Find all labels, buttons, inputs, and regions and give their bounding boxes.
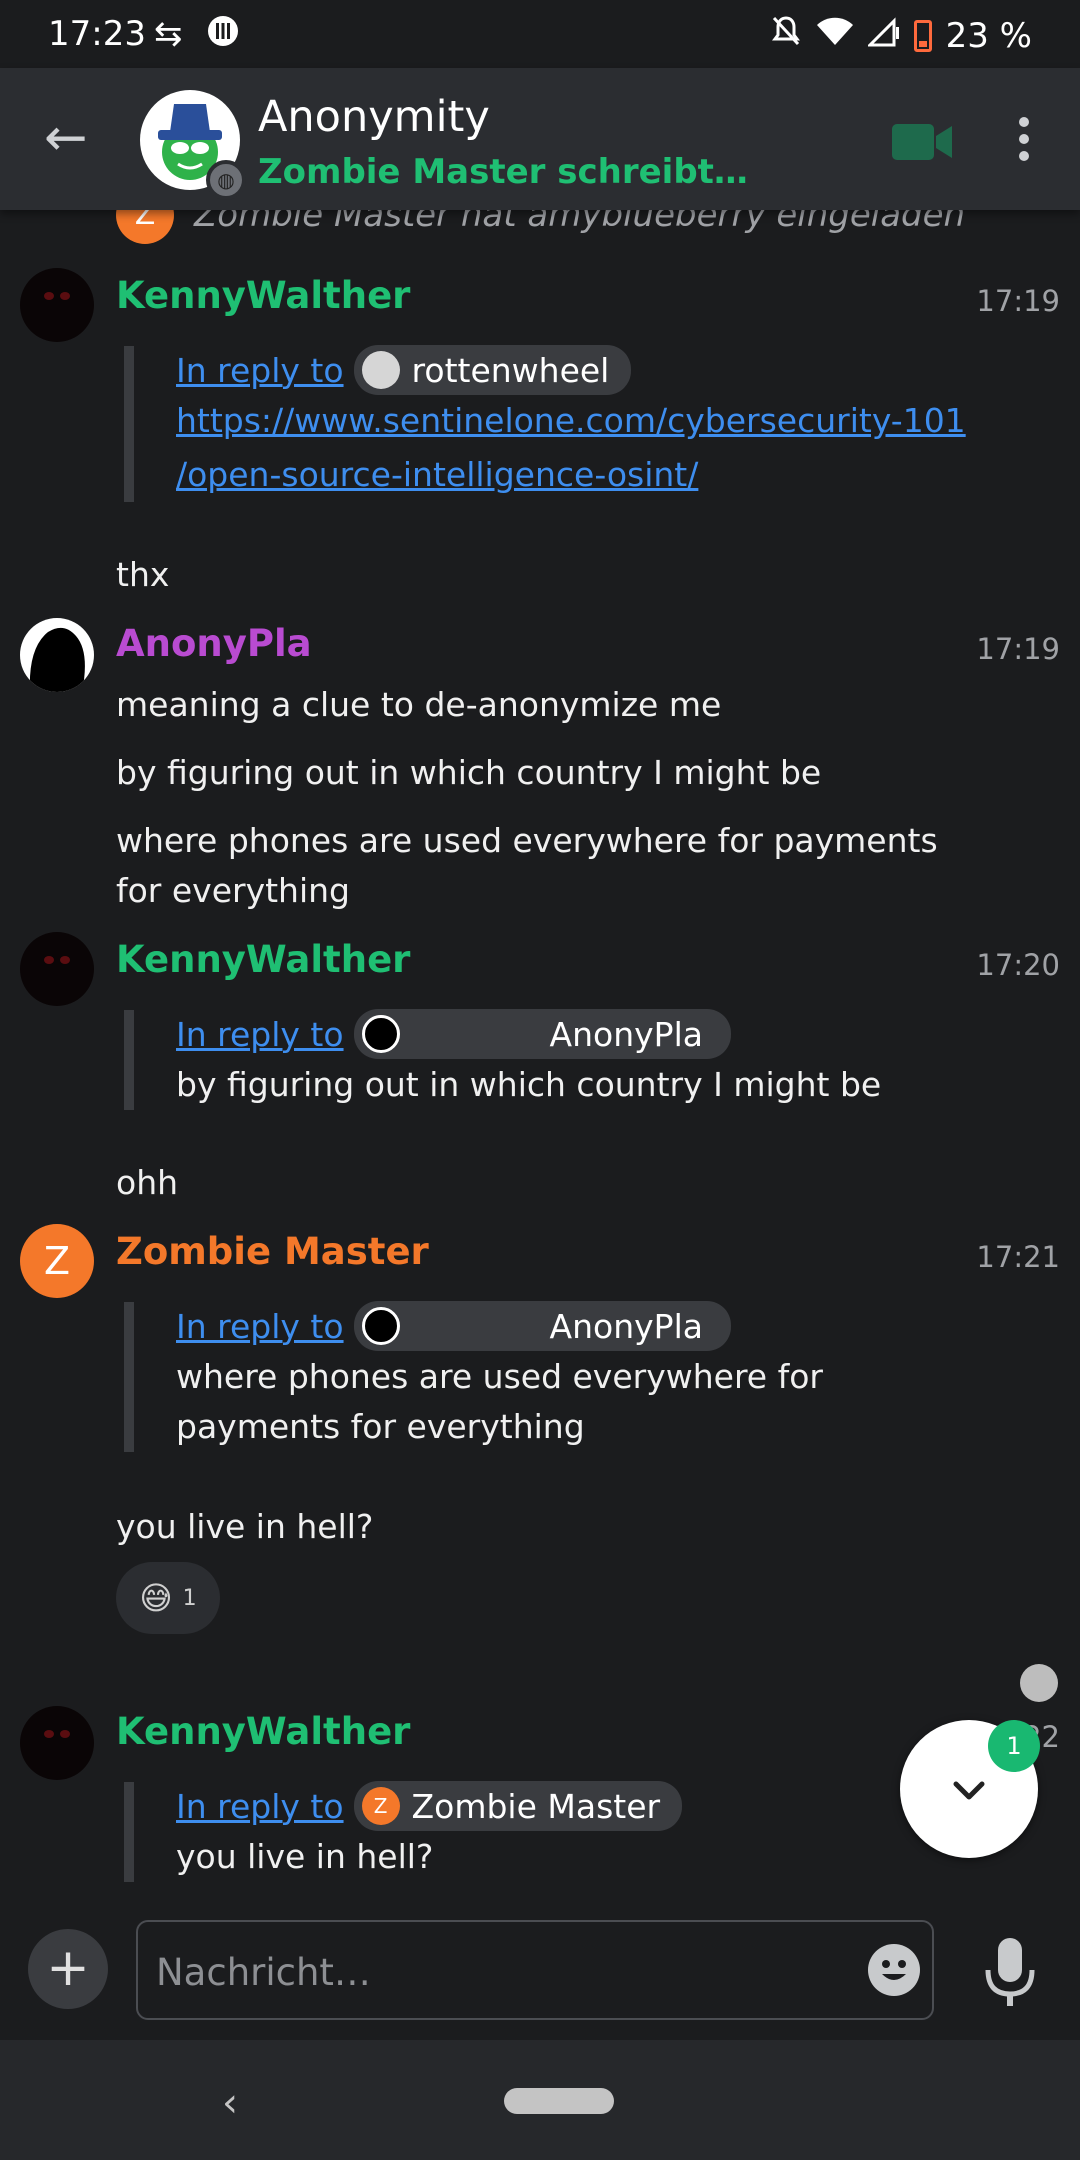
- reply-user-pill[interactable]: AnonyPla: [353, 1301, 731, 1351]
- typing-indicator: Zombie Master schreibt…: [258, 152, 748, 192]
- chat-header: ← ◍ Anonymity Zombie Master schreibt…: [0, 68, 1080, 210]
- message-body[interactable]: meaning a clue to de-anonymize me: [116, 680, 976, 730]
- reply-quote[interactable]: In reply to AnonyPla where phones are us…: [124, 1301, 1006, 1452]
- message-time: 17:19: [976, 284, 1060, 318]
- status-bar: 17:23 ⇆ 23 %: [0, 0, 1080, 68]
- avatar: [361, 1015, 400, 1053]
- reply-user-name: AnonyPla: [549, 1014, 703, 1054]
- wifi-icon: [816, 16, 854, 56]
- sender-name[interactable]: KennyWalther: [116, 1710, 410, 1753]
- battery-icon: [913, 19, 932, 52]
- avatar: Z: [361, 1787, 400, 1825]
- battery-percent: 23 %: [945, 15, 1032, 56]
- plus-icon[interactable]: +: [28, 1929, 108, 2009]
- message-body[interactable]: where phones are used everywhere for pay…: [116, 816, 956, 916]
- reply-user-name: AnonyPla: [549, 1306, 703, 1346]
- sender-name[interactable]: Zombie Master: [116, 1230, 429, 1273]
- globe-icon: ◍: [206, 160, 246, 200]
- reply-text: you live in hell?: [176, 1837, 434, 1876]
- message-input-placeholder[interactable]: Nachricht…: [156, 1951, 371, 1994]
- reply-user-pill[interactable]: Z Zombie Master: [353, 1781, 683, 1831]
- message-timeline[interactable]: Z Zombie Master hat amyblueberry eingela…: [0, 210, 1080, 1920]
- reaction-emoji: 😅: [139, 1579, 173, 1617]
- system-event: Z Zombie Master hat amyblueberry eingela…: [116, 210, 965, 244]
- reply-user-pill[interactable]: AnonyPla: [353, 1009, 731, 1059]
- message-time: 17:20: [976, 948, 1060, 982]
- emoji-icon[interactable]: [868, 1944, 920, 1996]
- sender-name[interactable]: AnonyPla: [116, 622, 312, 665]
- more-menu-icon[interactable]: [1014, 116, 1034, 166]
- avatar[interactable]: [20, 932, 94, 1006]
- nav-back-icon[interactable]: ‹: [222, 2080, 238, 2126]
- reply-user-name: Zombie Master: [411, 1786, 661, 1826]
- url-link-line[interactable]: /open-source-intelligence-osint/: [176, 448, 1006, 502]
- in-reply-to-link[interactable]: In reply to: [176, 1307, 344, 1346]
- message-body[interactable]: ohh: [116, 1158, 976, 1208]
- reaction-count: 1: [182, 1585, 197, 1611]
- message-body[interactable]: by figuring out in which country I might…: [116, 748, 976, 798]
- reply-quote[interactable]: In reply to Z Zombie Master you live in …: [124, 1781, 1006, 1882]
- reply-user-pill[interactable]: rottenwheel: [353, 345, 632, 395]
- status-time: 17:23: [48, 14, 146, 54]
- sync-icon: ⇆: [154, 14, 183, 54]
- grid-icon: [206, 14, 240, 57]
- avatar: [361, 351, 400, 389]
- url-link[interactable]: https://www.sentinelone.com/cybersecurit…: [176, 394, 1006, 502]
- reaction-chip[interactable]: 😅 1: [116, 1562, 220, 1634]
- message-body[interactable]: thx: [116, 550, 976, 600]
- reply-quote[interactable]: In reply to AnonyPla by figuring out in …: [124, 1009, 1006, 1110]
- reply-text: where phones are used everywhere for pay…: [176, 1357, 823, 1446]
- reply-user-name: rottenwheel: [411, 350, 610, 390]
- video-call-icon[interactable]: [892, 122, 954, 166]
- signal-icon: [865, 16, 900, 56]
- avatar: [361, 1307, 400, 1345]
- sender-name[interactable]: KennyWalther: [116, 938, 410, 981]
- message-body[interactable]: you live in hell?: [116, 1502, 976, 1552]
- avatar: Z: [116, 210, 174, 244]
- avatar[interactable]: [20, 268, 94, 342]
- read-receipt-avatar[interactable]: [1020, 1664, 1058, 1702]
- in-reply-to-link[interactable]: In reply to: [176, 1015, 344, 1054]
- message-time: 17:19: [976, 632, 1060, 666]
- in-reply-to-link[interactable]: In reply to: [176, 1787, 344, 1826]
- url-link-line[interactable]: https://www.sentinelone.com/cybersecurit…: [176, 394, 1006, 448]
- mute-icon: [770, 14, 802, 57]
- unread-count-badge: 1: [988, 1720, 1040, 1772]
- in-reply-to-link[interactable]: In reply to: [176, 351, 344, 390]
- avatar[interactable]: [20, 1706, 94, 1780]
- back-icon[interactable]: ←: [44, 112, 88, 164]
- sender-name[interactable]: KennyWalther: [116, 274, 410, 317]
- reply-text: by figuring out in which country I might…: [176, 1065, 882, 1104]
- reply-quote[interactable]: In reply to rottenwheel https://www.sent…: [124, 345, 1006, 502]
- avatar[interactable]: Z: [20, 1224, 94, 1298]
- mic-icon[interactable]: [980, 1936, 1040, 2012]
- system-event-text: Zombie Master hat amyblueberry eingelade…: [194, 210, 966, 235]
- chat-title[interactable]: Anonymity: [258, 92, 490, 142]
- avatar[interactable]: [20, 618, 94, 692]
- message-time: 17:21: [976, 1240, 1060, 1274]
- nav-home-icon[interactable]: [504, 2088, 614, 2114]
